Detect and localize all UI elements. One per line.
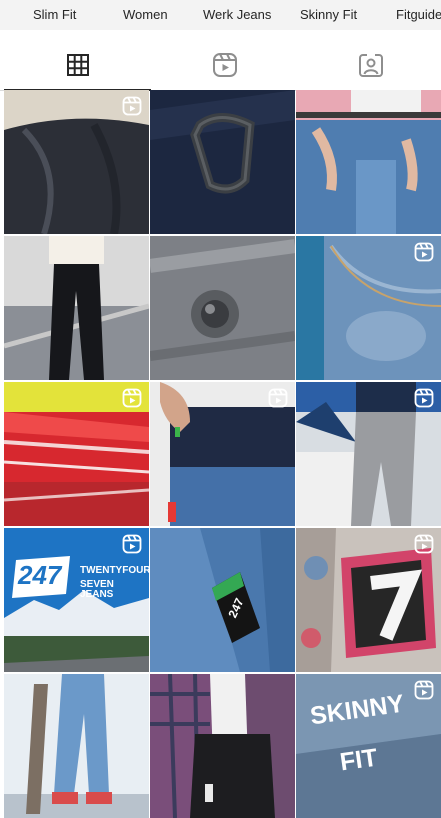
reel-icon — [268, 388, 288, 408]
profile-tabs — [0, 40, 441, 91]
reel-icon — [414, 534, 434, 554]
reel-icon — [122, 96, 142, 116]
post-tile[interactable]: 247 TWENTYFOUR SEVEN JEANS — [4, 528, 149, 672]
post-tile[interactable] — [4, 382, 149, 526]
post-title-line-2: FIT — [338, 743, 380, 777]
posts-grid: 247 TWENTYFOUR SEVEN JEANS 247 SKINNY FI… — [4, 90, 441, 818]
reel-icon — [414, 242, 434, 262]
story-highlights-bar: Slim Fit Women Werk Jeans Skinny Fit Fit… — [0, 0, 441, 30]
highlight-fitguide[interactable]: Fitguide — [396, 7, 441, 22]
tab-reels[interactable] — [151, 40, 298, 90]
post-thumbnail — [150, 674, 295, 818]
brand-line-1: TWENTYFOUR — [80, 565, 149, 576]
brand-line-2: SEVEN JEANS — [80, 579, 114, 600]
post-tile[interactable] — [296, 90, 441, 234]
post-thumbnail — [4, 236, 149, 380]
reel-icon — [414, 388, 434, 408]
post-thumbnail — [150, 236, 295, 380]
post-thumbnail — [150, 90, 295, 234]
tagged-icon — [358, 53, 383, 77]
post-thumbnail — [4, 674, 149, 818]
post-tile[interactable]: 247 — [150, 528, 295, 672]
post-thumbnail — [150, 528, 295, 672]
reel-icon — [122, 388, 142, 408]
post-tile[interactable] — [150, 236, 295, 380]
reel-icon — [122, 534, 142, 554]
reel-icon — [414, 680, 434, 700]
highlight-women[interactable]: Women — [123, 7, 168, 22]
brand-number: 247 — [18, 560, 62, 590]
post-tile[interactable] — [4, 90, 149, 234]
grid-icon — [66, 54, 89, 76]
post-tile[interactable] — [150, 90, 295, 234]
tab-tagged[interactable] — [297, 40, 441, 90]
tab-posts-grid[interactable] — [4, 40, 151, 91]
reels-icon — [212, 53, 237, 77]
highlight-skinny-fit[interactable]: Skinny Fit — [300, 7, 357, 22]
post-tile[interactable]: SKINNY FIT — [296, 674, 441, 818]
post-tile[interactable] — [150, 674, 295, 818]
post-tile[interactable] — [296, 382, 441, 526]
post-thumbnail — [296, 90, 441, 234]
post-tile[interactable] — [4, 236, 149, 380]
highlight-slim-fit[interactable]: Slim Fit — [33, 7, 76, 22]
post-tile[interactable] — [150, 382, 295, 526]
post-tile[interactable] — [296, 236, 441, 380]
highlight-werk-jeans[interactable]: Werk Jeans — [203, 7, 271, 22]
post-tile[interactable] — [296, 528, 441, 672]
post-tile[interactable] — [4, 674, 149, 818]
